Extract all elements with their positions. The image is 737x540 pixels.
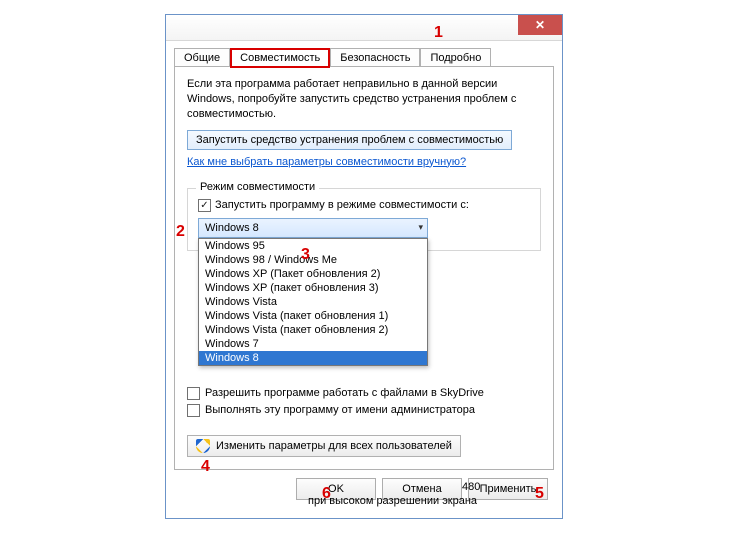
chevron-down-icon: ▾ — [418, 222, 423, 233]
titlebar: ✕ — [166, 15, 562, 41]
admin-label: Выполнять эту программу от имени админис… — [205, 404, 475, 416]
option-winxp-sp2[interactable]: Windows XP (Пакет обновления 2) — [199, 267, 427, 281]
compat-mode-label: Запустить программу в режиме совместимос… — [215, 199, 469, 211]
tabstrip: Общие Совместимость Безопасность Подробн… — [174, 48, 554, 67]
compat-mode-group: Режим совместимости ✓ Запустить программ… — [187, 188, 541, 251]
tab-general[interactable]: Общие — [174, 48, 230, 67]
tab-compatibility[interactable]: Совместимость — [230, 48, 330, 68]
option-winxp-sp3[interactable]: Windows XP (пакет обновления 3) — [199, 281, 427, 295]
tab-details[interactable]: Подробно — [420, 48, 491, 67]
option-win8[interactable]: Windows 8 — [199, 351, 427, 365]
shield-icon — [196, 439, 210, 453]
change-all-users-label: Изменить параметры для всех пользователе… — [216, 440, 452, 452]
skydrive-label: Разрешить программе работать с файлами в… — [205, 387, 484, 399]
compat-mode-checkbox[interactable]: ✓ — [198, 199, 211, 212]
option-vista-sp2[interactable]: Windows Vista (пакет обновления 2) — [199, 323, 427, 337]
fragment-hidpi: при высоком разрешении экрана — [308, 494, 518, 509]
compat-mode-selected: Windows 8 — [205, 222, 259, 234]
option-vista-sp1[interactable]: Windows Vista (пакет обновления 1) — [199, 309, 427, 323]
properties-dialog: ✕ Общие Совместимость Безопасность Подро… — [165, 14, 563, 519]
intro-text: Если эта программа работает неправильно … — [187, 77, 541, 122]
option-win95[interactable]: Windows 95 — [199, 239, 427, 253]
tab-security[interactable]: Безопасность — [330, 48, 420, 67]
fragment-480: 480 — [462, 481, 480, 493]
option-win98[interactable]: Windows 98 / Windows Me — [199, 253, 427, 267]
admin-checkbox[interactable] — [187, 404, 200, 417]
option-win7[interactable]: Windows 7 — [199, 337, 427, 351]
skydrive-checkbox[interactable] — [187, 387, 200, 400]
troubleshoot-button[interactable]: Запустить средство устранения проблем с … — [187, 130, 512, 150]
help-link[interactable]: Как мне выбрать параметры совместимости … — [187, 156, 466, 168]
compat-mode-dropdown: Windows 95 Windows 98 / Windows Me Windo… — [198, 238, 428, 366]
settings-area: 480 при высоком разрешении экрана Разреш… — [187, 387, 541, 417]
change-all-users-button[interactable]: Изменить параметры для всех пользователе… — [187, 435, 461, 457]
compatibility-panel: Если эта программа работает неправильно … — [174, 66, 554, 470]
option-vista[interactable]: Windows Vista — [199, 295, 427, 309]
compat-mode-legend: Режим совместимости — [196, 181, 319, 193]
compat-mode-combobox[interactable]: Windows 8 ▾ — [198, 218, 428, 238]
close-icon: ✕ — [535, 18, 545, 32]
close-button[interactable]: ✕ — [518, 15, 562, 35]
